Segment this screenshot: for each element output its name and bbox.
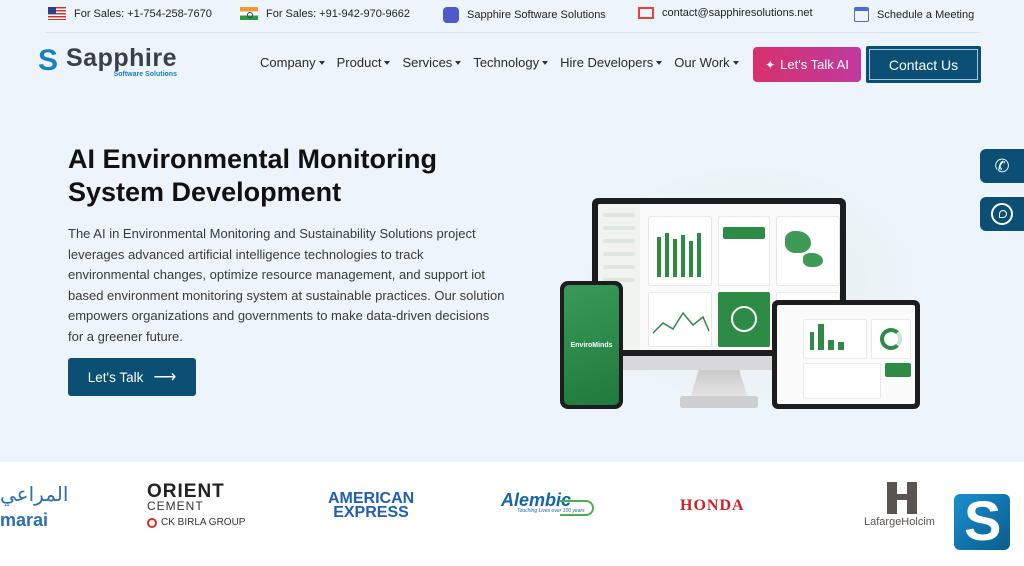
- monitor-stand-base: [680, 396, 758, 408]
- caret-down-icon: [455, 60, 462, 65]
- contact-us-button[interactable]: Contact Us: [866, 46, 981, 83]
- sales-us-link[interactable]: For Sales: +1-754-258-7670: [48, 7, 212, 20]
- nav-product-label: Product: [336, 55, 382, 70]
- tablet-mockup: [772, 300, 920, 409]
- whatsapp-icon: [991, 203, 1013, 225]
- nav-services-label: Services: [402, 55, 453, 70]
- contact-us-label: Contact Us: [888, 56, 959, 73]
- lafargeholcim-logo: LafargeHolcim: [864, 516, 935, 528]
- sapphire-logo[interactable]: Sapphire Software Solutions: [38, 44, 177, 78]
- monitor-stand: [690, 370, 748, 398]
- phone-icon: ✆: [994, 155, 1010, 176]
- lets-talk-ai-button[interactable]: ✦ Let's Talk AI: [753, 47, 861, 82]
- water-quality-card: [648, 216, 712, 286]
- lets-talk-label: Let's Talk: [87, 369, 144, 385]
- ck-birla-logo: CK BIRLA GROUP: [147, 517, 245, 528]
- teams-link[interactable]: Sapphire Software Solutions: [443, 7, 606, 23]
- air-quality-card: [648, 292, 712, 347]
- arrow-right-icon: ⟶: [153, 369, 177, 386]
- client-logo-strip: [0, 462, 1024, 566]
- almarai-arabic-logo: المراعي: [0, 482, 69, 506]
- header-divider: [46, 32, 980, 33]
- call-button[interactable]: ✆: [980, 149, 1024, 183]
- american-express-logo: AMERICAN EXPRESS: [328, 491, 414, 521]
- logo-name: Sapphire: [66, 44, 177, 72]
- amex-line-2: EXPRESS: [333, 504, 409, 521]
- lafargeholcim-mark-icon: [887, 482, 917, 514]
- sparkle-icon: ✦: [765, 57, 776, 72]
- sales-in-text: For Sales: +91-942-970-9662: [266, 7, 411, 20]
- alembic-arrow-icon: [560, 500, 594, 516]
- lets-talk-ai-label: Let's Talk AI: [780, 57, 849, 72]
- schedule-meeting-link[interactable]: Schedule a Meeting: [854, 7, 974, 22]
- hero-description: The AI in Environmental Monitoring and S…: [68, 226, 505, 344]
- sapphire-chat-badge-icon[interactable]: [954, 490, 1010, 552]
- orient-cement-text: CEMENT: [147, 499, 204, 513]
- sapphire-s-logo-icon: [38, 44, 60, 78]
- hero-title: AI Environmental Monitoring System Devel…: [68, 144, 437, 207]
- nav-company[interactable]: Company: [260, 55, 325, 70]
- lets-talk-button[interactable]: Let's Talk ⟶: [68, 358, 196, 396]
- almarai-logo: marai: [0, 510, 49, 530]
- nav-services[interactable]: Services: [402, 55, 462, 70]
- teams-icon: [443, 7, 459, 23]
- nav-technology[interactable]: Technology: [473, 55, 549, 70]
- nav-hire-developers[interactable]: Hire Developers: [560, 55, 663, 70]
- nav-technology-label: Technology: [473, 55, 540, 70]
- tablet-screen: [777, 305, 915, 404]
- calendar-icon: [854, 7, 869, 22]
- caret-down-icon: [656, 60, 663, 65]
- nav-our-work-label: Our Work: [674, 55, 730, 70]
- teams-text: Sapphire Software Solutions: [467, 9, 606, 21]
- schedule-text: Schedule a Meeting: [877, 8, 975, 21]
- main-nav: Company Product Services Technology Hire…: [260, 55, 751, 70]
- ck-birla-text: CK BIRLA GROUP: [161, 517, 246, 528]
- nav-our-work[interactable]: Our Work: [674, 55, 739, 70]
- india-flag-icon: [240, 7, 258, 20]
- nav-product[interactable]: Product: [337, 55, 391, 70]
- energy-card: [718, 216, 770, 286]
- honda-logo: HONDA: [680, 497, 745, 514]
- caret-down-icon: [318, 60, 325, 65]
- caret-down-icon: [384, 60, 391, 65]
- caret-down-icon: [732, 60, 739, 65]
- line-chart: [652, 311, 710, 334]
- logo-subtitle: Software Solutions: [113, 71, 177, 78]
- climate-map-card: [776, 216, 840, 286]
- caret-down-icon: [542, 60, 549, 65]
- phone-app-name: EnviroMinds: [564, 285, 619, 405]
- nav-company-label: Company: [260, 55, 316, 70]
- sales-in-link[interactable]: For Sales: +91-942-970-9662: [240, 7, 410, 20]
- phone-mockup: EnviroMinds: [560, 281, 623, 409]
- climate-gauge-card: [718, 292, 770, 347]
- sales-us-text: For Sales: +1-754-258-7670: [74, 7, 212, 20]
- gmail-icon: [638, 7, 654, 19]
- email-link[interactable]: contact@sapphiresolutions.net: [638, 7, 813, 19]
- email-text: contact@sapphiresolutions.net: [662, 7, 813, 19]
- whatsapp-button[interactable]: [980, 197, 1024, 231]
- us-flag-icon: [48, 7, 66, 20]
- ck-birla-icon: [147, 517, 157, 528]
- nav-hire-label: Hire Developers: [560, 55, 654, 70]
- top-contact-bar: For Sales: +1-754-258-7670 For Sales: +9…: [0, 0, 1024, 32]
